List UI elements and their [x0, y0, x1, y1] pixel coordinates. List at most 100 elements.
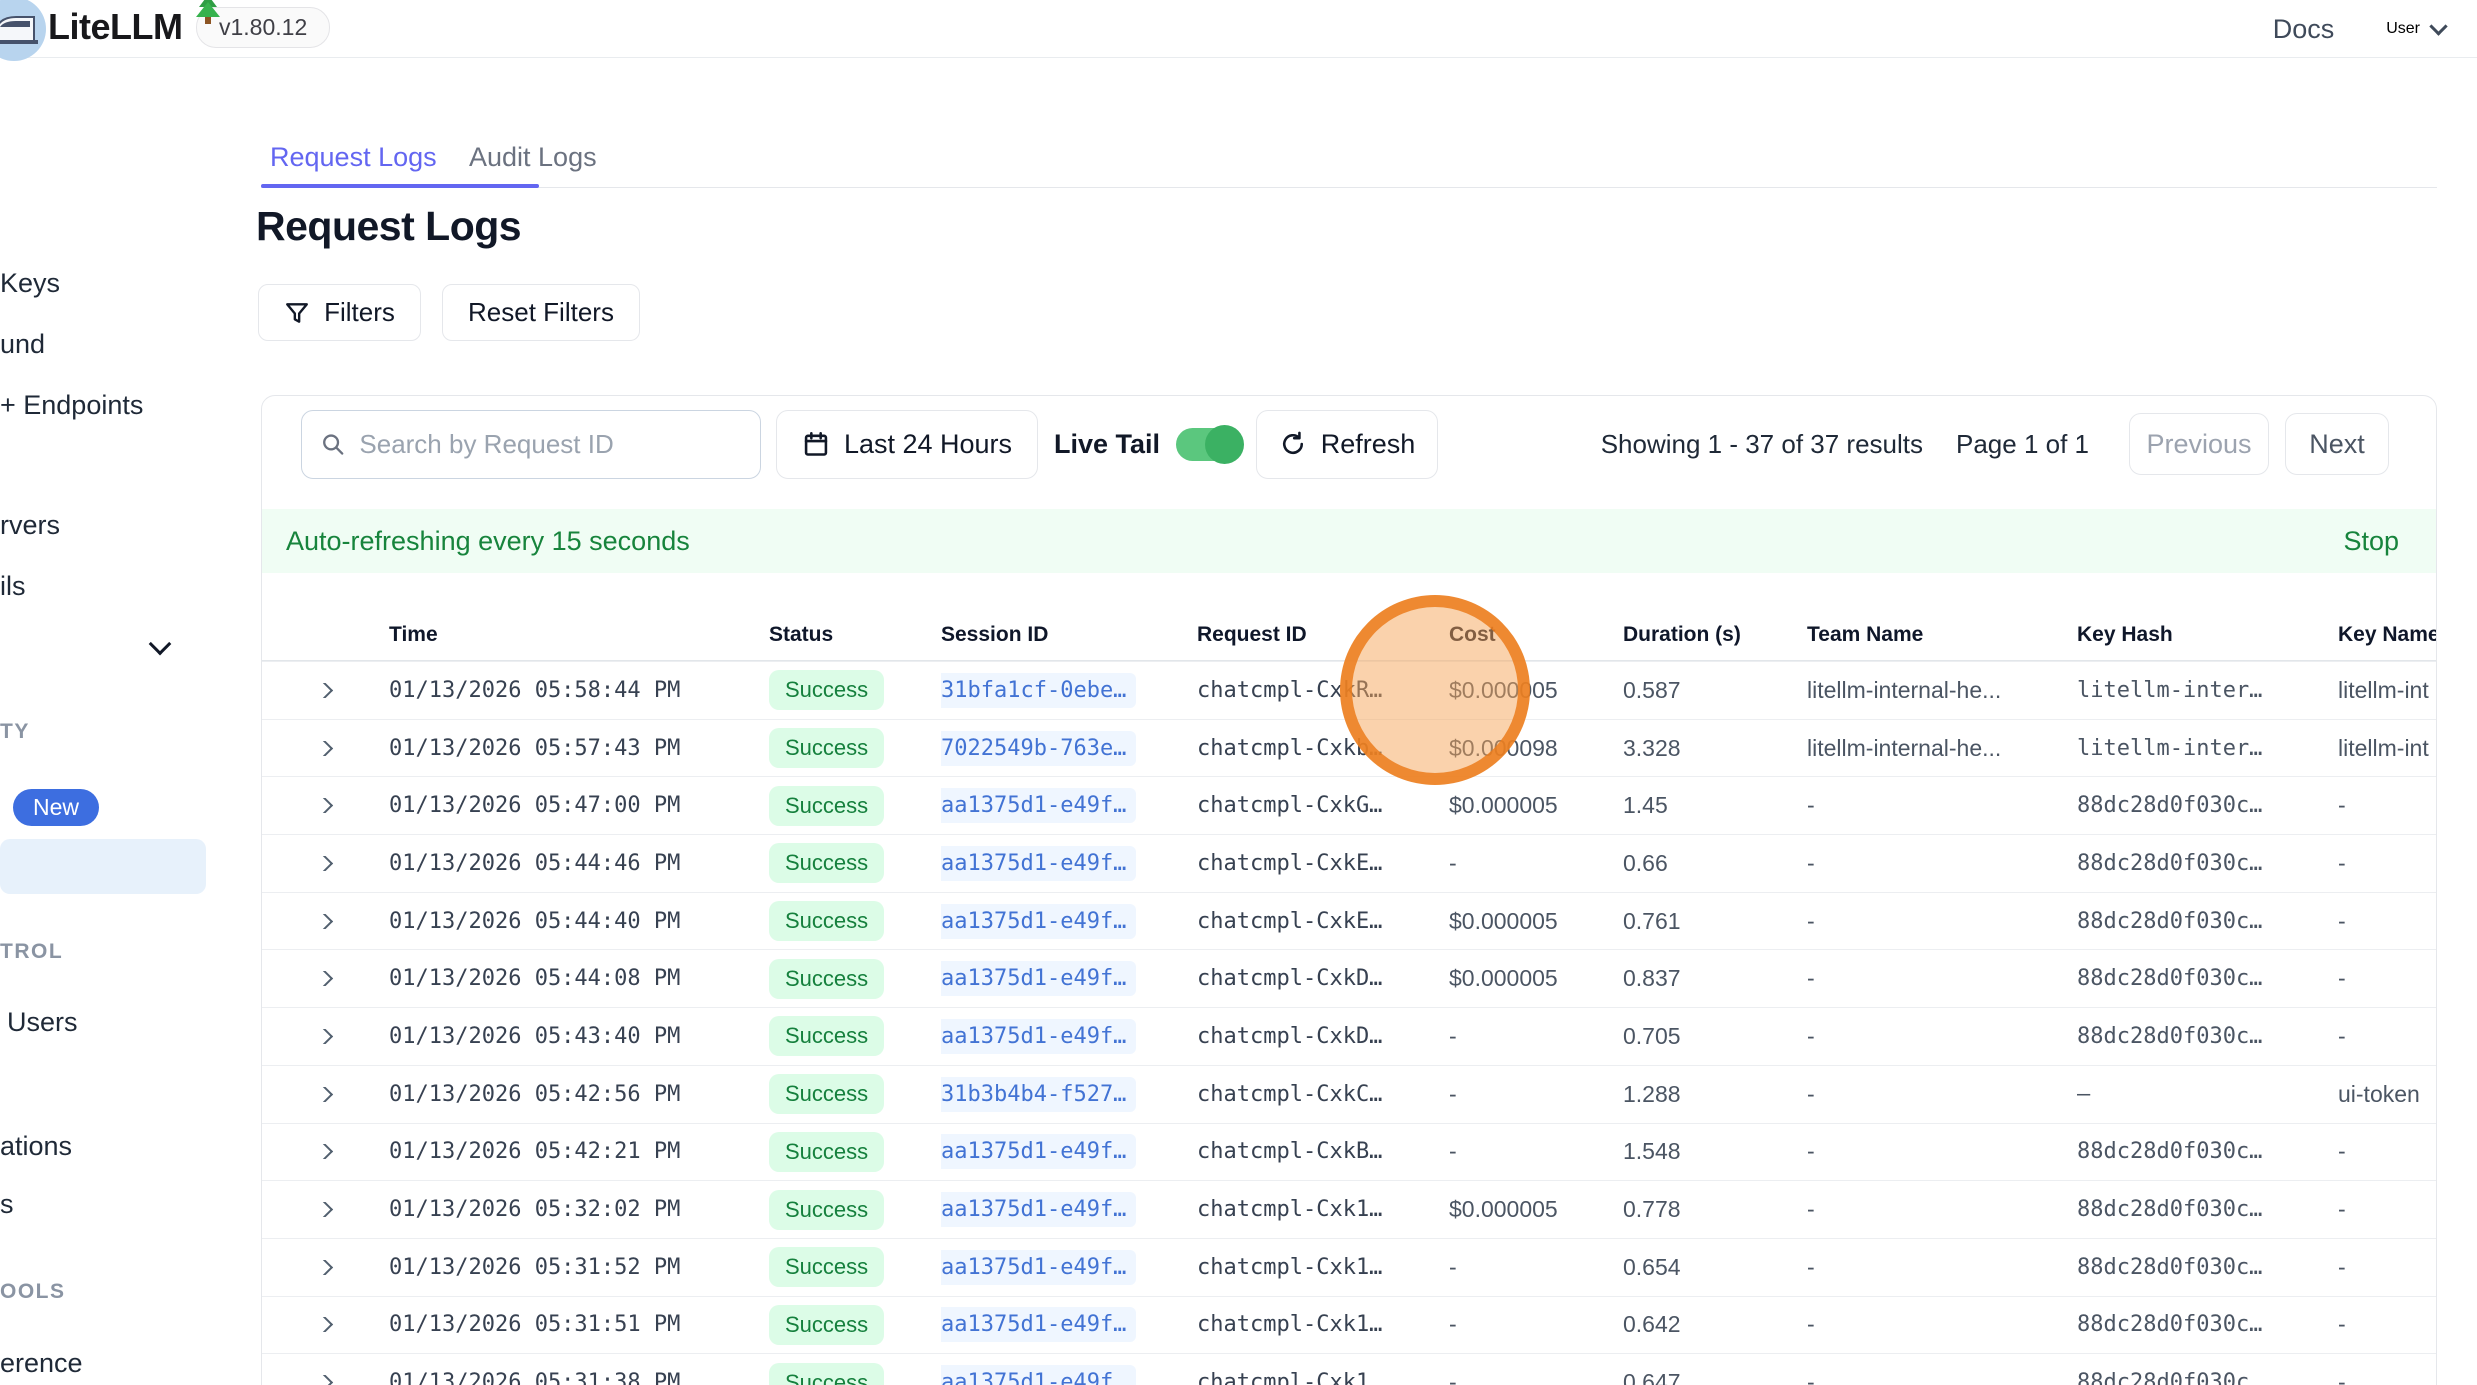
- status-badge: Success: [769, 1247, 884, 1287]
- refresh-button[interactable]: Refresh: [1256, 410, 1438, 479]
- row-expand-cell[interactable]: [301, 1087, 389, 1102]
- session-id-link[interactable]: aa1375d1-e49f…: [941, 846, 1136, 881]
- sidebar-item-teams[interactable]: s: [0, 1189, 14, 1220]
- row-expand-cell[interactable]: [301, 1317, 389, 1332]
- next-page-button[interactable]: Next: [2285, 413, 2389, 475]
- row-expand-cell[interactable]: [301, 1260, 389, 1275]
- sidebar-item-virtual-keys[interactable]: Keys: [0, 268, 60, 299]
- row-key-hash: 88dc28d0f030c…: [2077, 1370, 2338, 1385]
- table-row[interactable]: 01/13/2026 05:44:40 PM Success aa1375d1-…: [262, 892, 2436, 950]
- row-key-hash: –: [2077, 1082, 2338, 1107]
- table-row[interactable]: 01/13/2026 05:44:46 PM Success aa1375d1-…: [262, 834, 2436, 892]
- row-expand-cell[interactable]: [301, 914, 389, 929]
- row-expand-cell[interactable]: [301, 741, 389, 756]
- row-expand-cell[interactable]: [301, 683, 389, 698]
- sidebar-section-tools: OOLS: [0, 1280, 66, 1304]
- session-id-link[interactable]: aa1375d1-e49f…: [941, 1019, 1136, 1054]
- session-id-link[interactable]: 7022549b-763e…: [941, 731, 1136, 766]
- tab-request-logs[interactable]: Request Logs: [270, 142, 437, 173]
- session-id-link[interactable]: 31b3b4b4-f527…: [941, 1077, 1136, 1112]
- table-row[interactable]: 01/13/2026 05:57:43 PM Success 7022549b-…: [262, 719, 2436, 777]
- sidebar-item-servers[interactable]: rvers: [0, 510, 60, 541]
- row-cost: -: [1449, 1138, 1623, 1165]
- sidebar-item-users[interactable]: Users: [7, 1007, 78, 1038]
- sidebar-item-guardrails[interactable]: ils: [0, 571, 26, 602]
- table-row[interactable]: 01/13/2026 05:47:00 PM Success aa1375d1-…: [262, 776, 2436, 834]
- col-header-key-hash: Key Hash: [2077, 623, 2338, 647]
- row-status-cell: Success: [769, 1305, 941, 1345]
- row-expand-cell[interactable]: [301, 1029, 389, 1044]
- row-request-id: chatcmpl-CxkD…: [1197, 1024, 1449, 1049]
- session-id-link[interactable]: aa1375d1-e49f…: [941, 904, 1136, 939]
- session-id-link[interactable]: 31bfa1cf-0ebe…: [941, 673, 1136, 708]
- row-status-cell: Success: [769, 1074, 941, 1114]
- sidebar-expand-chevron-icon[interactable]: [149, 633, 172, 656]
- chevron-right-icon: [312, 798, 333, 813]
- chevron-right-icon: [312, 856, 333, 871]
- tabs-divider: [261, 187, 2437, 188]
- row-status-cell: Success: [769, 1016, 941, 1056]
- row-expand-cell[interactable]: [301, 1375, 389, 1385]
- row-request-id: chatcmpl-Cxk1…: [1197, 1255, 1449, 1280]
- row-expand-cell[interactable]: [301, 1202, 389, 1217]
- row-expand-cell[interactable]: [301, 856, 389, 871]
- search-box[interactable]: [301, 410, 761, 479]
- row-key-name: litellm-int: [2338, 735, 2436, 762]
- filters-button[interactable]: Filters: [258, 284, 421, 341]
- row-key-name: litellm-int: [2338, 677, 2436, 704]
- status-badge: Success: [769, 843, 884, 883]
- session-id-link[interactable]: aa1375d1-e49f…: [941, 1365, 1136, 1385]
- session-id-link[interactable]: aa1375d1-e49f…: [941, 961, 1136, 996]
- row-key-hash: 88dc28d0f030c…: [2077, 851, 2338, 876]
- row-time: 01/13/2026 05:31:52 PM: [389, 1255, 769, 1280]
- row-team-name: -: [1807, 1369, 2077, 1385]
- row-time: 01/13/2026 05:42:56 PM: [389, 1082, 769, 1107]
- table-row[interactable]: 01/13/2026 05:31:38 PM Success aa1375d1-…: [262, 1353, 2436, 1385]
- col-header-duration: Duration (s): [1623, 623, 1807, 647]
- row-duration: 0.705: [1623, 1023, 1807, 1050]
- status-badge: Success: [769, 1132, 884, 1172]
- user-menu[interactable]: User: [2386, 20, 2445, 38]
- session-id-link[interactable]: aa1375d1-e49f…: [941, 1134, 1136, 1169]
- stop-auto-refresh-link[interactable]: Stop: [2343, 526, 2399, 557]
- row-key-hash: 88dc28d0f030c…: [2077, 1312, 2338, 1337]
- table-row[interactable]: 01/13/2026 05:43:40 PM Success aa1375d1-…: [262, 1007, 2436, 1065]
- sidebar-item-logs-selected[interactable]: [0, 839, 206, 894]
- search-input[interactable]: [359, 429, 742, 460]
- row-session-cell: aa1375d1-e49f…: [941, 1134, 1197, 1169]
- session-id-link[interactable]: aa1375d1-e49f…: [941, 1192, 1136, 1227]
- session-id-link[interactable]: aa1375d1-e49f…: [941, 1250, 1136, 1285]
- row-key-name: ui-token: [2338, 1081, 2436, 1108]
- sidebar: Keys und + Endpoints rvers ils TY New TR…: [0, 58, 212, 1385]
- table-row[interactable]: 01/13/2026 05:58:44 PM Success 31bfa1cf-…: [262, 661, 2436, 719]
- session-id-link[interactable]: aa1375d1-e49f…: [941, 788, 1136, 823]
- sidebar-item-organizations[interactable]: ations: [0, 1131, 72, 1162]
- table-row[interactable]: 01/13/2026 05:42:21 PM Success aa1375d1-…: [262, 1123, 2436, 1181]
- row-expand-cell[interactable]: [301, 1144, 389, 1159]
- toggle-knob: [1205, 425, 1244, 464]
- status-badge: Success: [769, 1190, 884, 1230]
- table-row[interactable]: 01/13/2026 05:31:51 PM Success aa1375d1-…: [262, 1296, 2436, 1354]
- reset-filters-button[interactable]: Reset Filters: [442, 284, 640, 341]
- live-tail-toggle[interactable]: [1176, 428, 1240, 461]
- row-team-name: -: [1807, 1196, 2077, 1223]
- sidebar-item-playground[interactable]: und: [0, 329, 45, 360]
- table-row[interactable]: 01/13/2026 05:42:56 PM Success 31b3b4b4-…: [262, 1065, 2436, 1123]
- table-row[interactable]: 01/13/2026 05:32:02 PM Success aa1375d1-…: [262, 1180, 2436, 1238]
- row-status-cell: Success: [769, 670, 941, 710]
- row-expand-cell[interactable]: [301, 971, 389, 986]
- refresh-icon: [1279, 430, 1307, 458]
- time-range-button[interactable]: Last 24 Hours: [776, 410, 1038, 479]
- previous-label: Previous: [2146, 429, 2251, 460]
- row-team-name: -: [1807, 1254, 2077, 1281]
- tab-audit-logs[interactable]: Audit Logs: [469, 142, 597, 173]
- row-expand-cell[interactable]: [301, 798, 389, 813]
- table-row[interactable]: 01/13/2026 05:31:52 PM Success aa1375d1-…: [262, 1238, 2436, 1296]
- session-id-link[interactable]: aa1375d1-e49f…: [941, 1307, 1136, 1342]
- previous-page-button[interactable]: Previous: [2129, 413, 2269, 475]
- sidebar-item-api-reference[interactable]: erence: [0, 1348, 83, 1379]
- docs-link[interactable]: Docs: [2273, 14, 2335, 45]
- row-team-name: -: [1807, 965, 2077, 992]
- sidebar-item-models-endpoints[interactable]: + Endpoints: [0, 390, 143, 421]
- table-row[interactable]: 01/13/2026 05:44:08 PM Success aa1375d1-…: [262, 949, 2436, 1007]
